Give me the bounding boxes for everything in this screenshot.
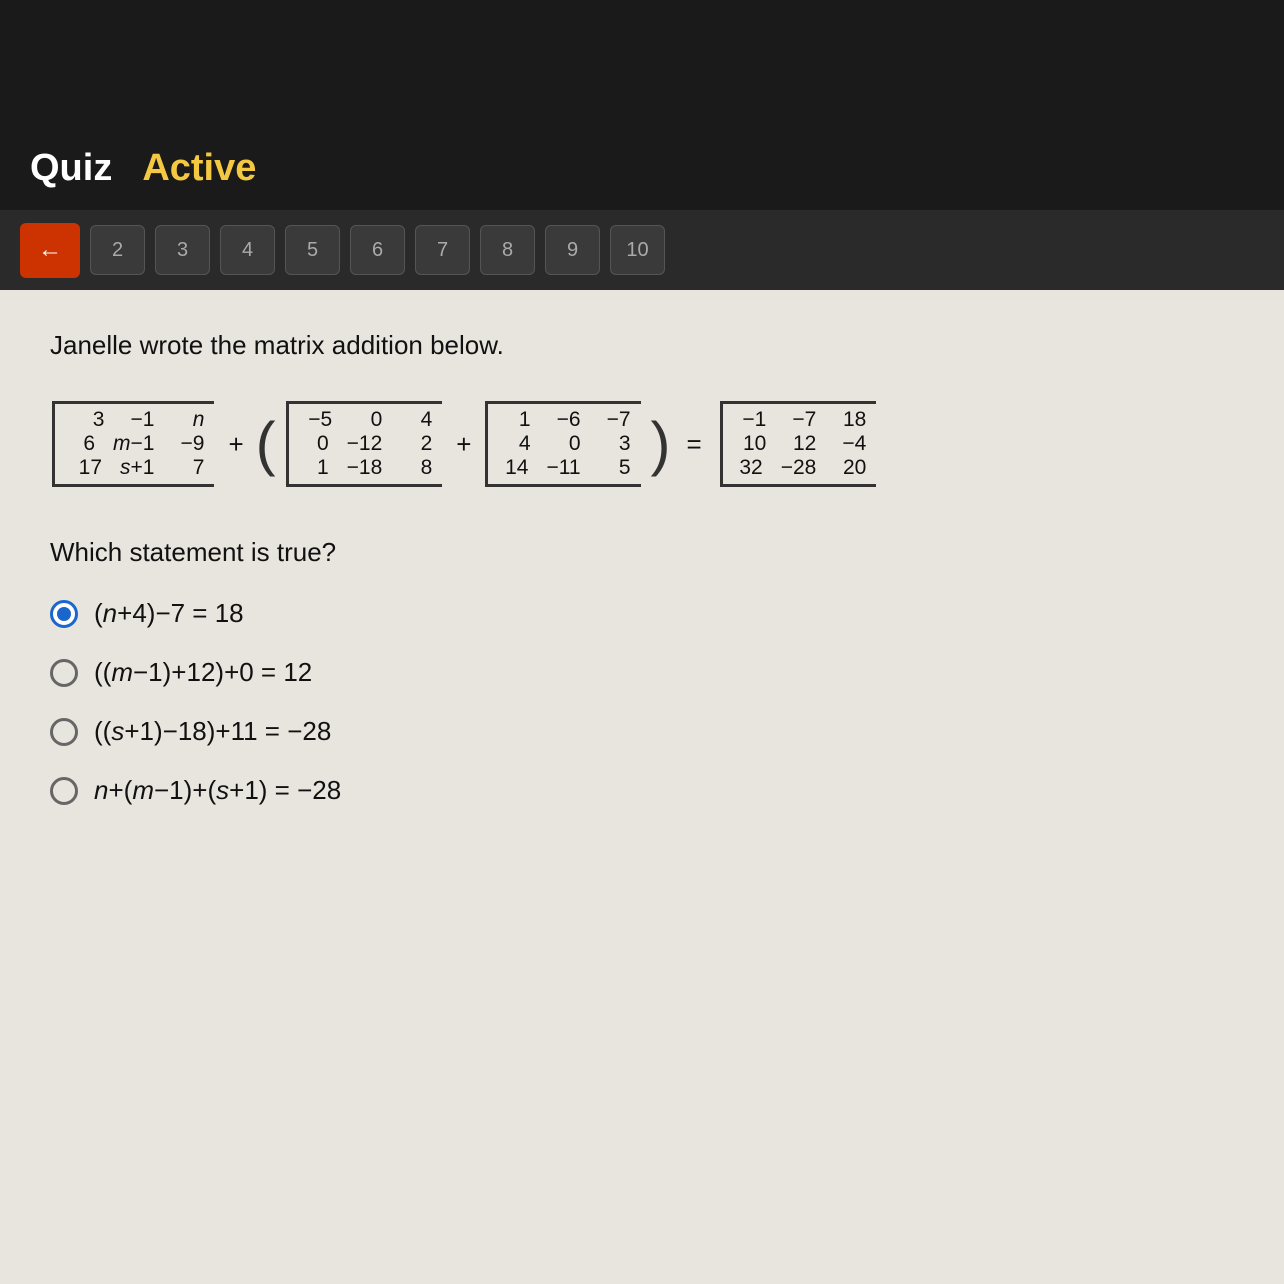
option-3[interactable]: ((s+1)−18)+11 = −28 <box>50 716 1234 747</box>
nav-num-3[interactable]: 3 <box>155 225 210 275</box>
nav-num-4[interactable]: 4 <box>220 225 275 275</box>
answer-options: (n+4)−7 = 18 ((m−1)+12)+0 = 12 ((s+1)−18… <box>50 598 1234 806</box>
content-area: Janelle wrote the matrix addition below.… <box>0 290 1284 1284</box>
nav-num-5[interactable]: 5 <box>285 225 340 275</box>
radio-1[interactable] <box>50 600 78 628</box>
matrix-equation: 3−1n 6m−1−9 17s+17 + ( −504 0−122 1−188 … <box>50 401 1234 487</box>
option-2[interactable]: ((m−1)+12)+0 = 12 <box>50 657 1234 688</box>
question-intro: Janelle wrote the matrix addition below. <box>50 330 1234 361</box>
nav-num-8[interactable]: 8 <box>480 225 535 275</box>
equals-sign: = <box>687 429 702 460</box>
back-button[interactable]: ← <box>20 223 80 278</box>
matrix-b: −504 0−122 1−188 <box>286 401 443 487</box>
matrix-result: −1−718 1012−4 32−2820 <box>720 401 877 487</box>
active-status: Active <box>142 147 256 190</box>
radio-2[interactable] <box>50 659 78 687</box>
option-3-text: ((s+1)−18)+11 = −28 <box>94 716 331 747</box>
plus-op-2: + <box>456 429 471 460</box>
navigation-bar: ← 2 3 4 5 6 7 8 9 10 <box>0 210 1284 290</box>
plus-op-1: + <box>228 429 243 460</box>
option-1-text: (n+4)−7 = 18 <box>94 598 244 629</box>
radio-3[interactable] <box>50 718 78 746</box>
nav-num-2[interactable]: 2 <box>90 225 145 275</box>
option-1[interactable]: (n+4)−7 = 18 <box>50 598 1234 629</box>
nav-num-10[interactable]: 10 <box>610 225 665 275</box>
nav-num-6[interactable]: 6 <box>350 225 405 275</box>
radio-4[interactable] <box>50 777 78 805</box>
which-statement-prompt: Which statement is true? <box>50 537 1234 568</box>
matrix-a: 3−1n 6m−1−9 17s+17 <box>52 401 214 487</box>
nav-num-9[interactable]: 9 <box>545 225 600 275</box>
option-4-text: n+(m−1)+(s+1) = −28 <box>94 775 341 806</box>
quiz-title: Quiz <box>30 147 112 190</box>
matrix-c: 1−6−7 403 14−115 <box>485 401 640 487</box>
nav-num-7[interactable]: 7 <box>415 225 470 275</box>
option-4[interactable]: n+(m−1)+(s+1) = −28 <box>50 775 1234 806</box>
option-2-text: ((m−1)+12)+0 = 12 <box>94 657 312 688</box>
